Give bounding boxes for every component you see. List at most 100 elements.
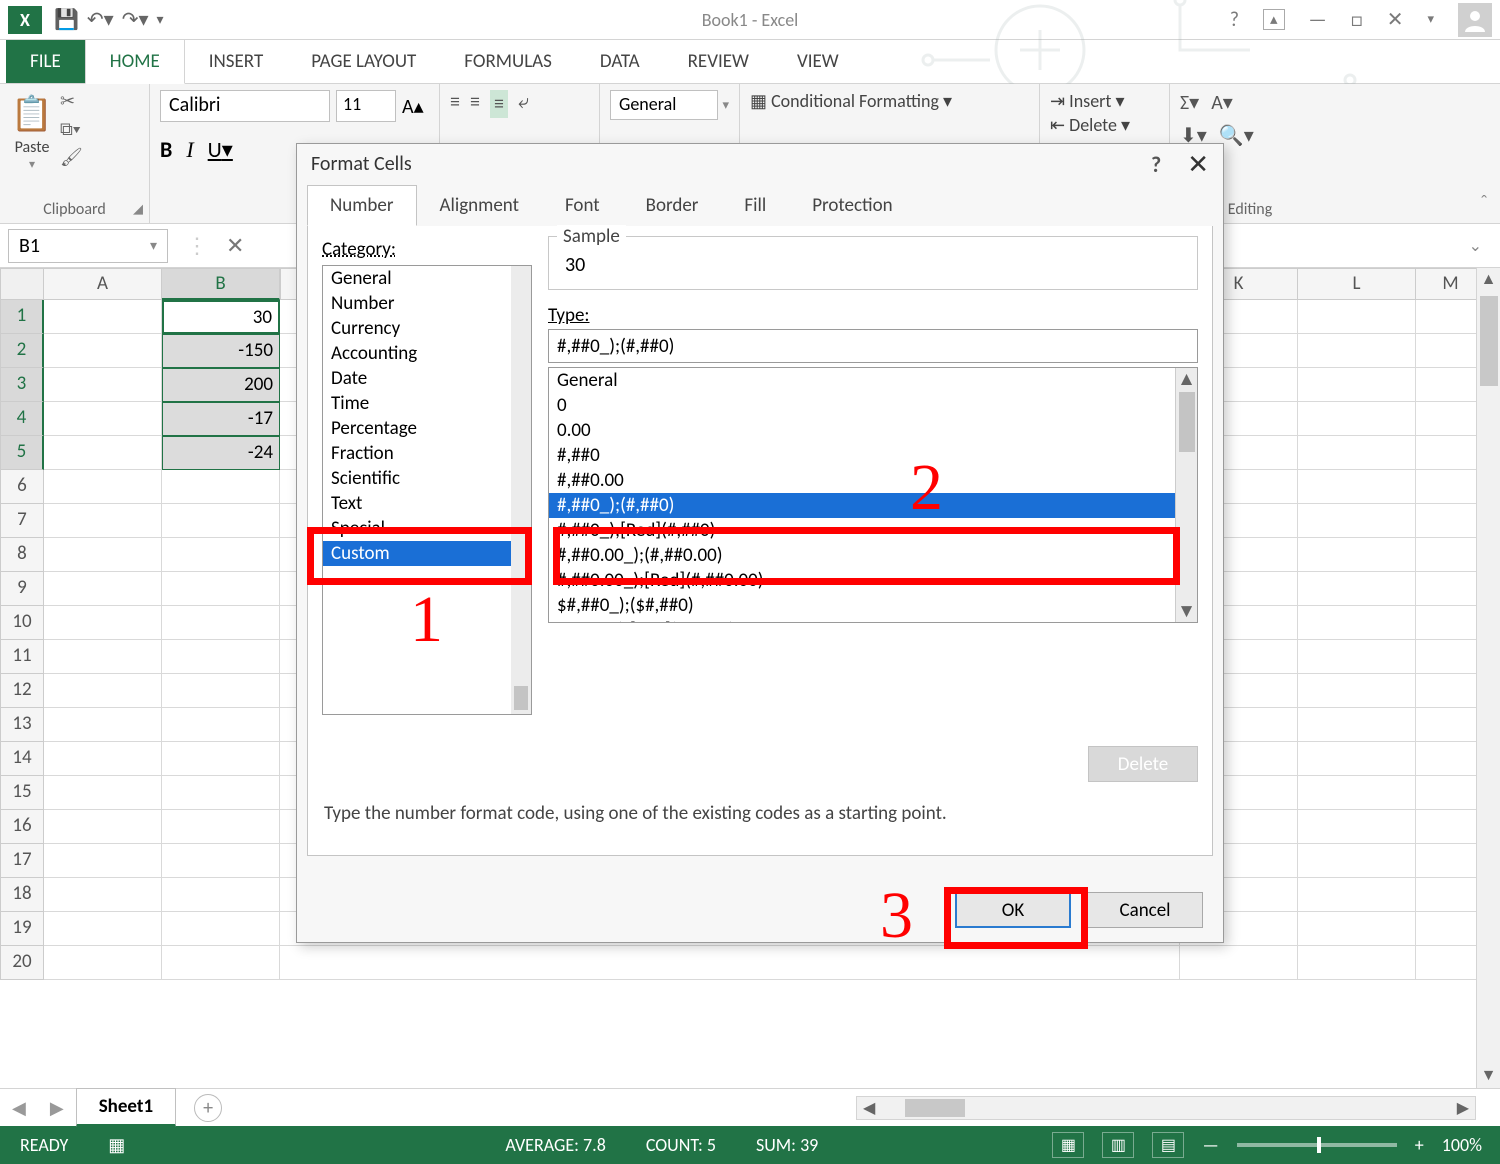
cell[interactable] [1298, 776, 1416, 810]
cell[interactable] [44, 776, 162, 810]
cell[interactable] [44, 368, 162, 402]
type-input[interactable] [548, 329, 1198, 363]
close-window-icon[interactable]: ✕ [1387, 7, 1404, 32]
cell[interactable] [1180, 946, 1298, 980]
col-L[interactable]: L [1298, 268, 1416, 300]
category-item[interactable]: Percentage [323, 416, 531, 441]
row-header[interactable]: 15 [0, 776, 44, 810]
dlgtab-alignment[interactable]: Alignment [417, 185, 542, 226]
type-item[interactable]: $#,##0_);[Red]($#,##0) [549, 618, 1197, 623]
cell[interactable] [44, 300, 162, 334]
sheet-nav-next-icon[interactable]: ▶ [38, 1097, 76, 1119]
row-header[interactable]: 14 [0, 742, 44, 776]
row-header[interactable]: 7 [0, 504, 44, 538]
row-header[interactable]: 17 [0, 844, 44, 878]
type-item[interactable]: #,##0_);[Red](#,##0) [549, 518, 1197, 543]
italic-button[interactable]: I [186, 137, 193, 163]
view-pagebreak-icon[interactable]: ▤ [1152, 1132, 1184, 1158]
category-item[interactable]: Accounting [323, 341, 531, 366]
delete-format-button[interactable]: Delete [1088, 746, 1198, 782]
type-item[interactable]: #,##0.00_);[Red](#,##0.00) [549, 568, 1197, 593]
paste-button[interactable]: 📋 Paste ▾ [10, 90, 54, 172]
cell[interactable] [1298, 368, 1416, 402]
autosum-icon[interactable]: Σ▾ [1180, 90, 1199, 115]
tab-page-layout[interactable]: PAGE LAYOUT [287, 40, 440, 83]
cell[interactable] [44, 844, 162, 878]
wrap-text-icon[interactable]: ⤶ [518, 90, 529, 118]
row-header[interactable]: 8 [0, 538, 44, 572]
select-all-triangle[interactable] [0, 268, 44, 300]
copy-icon[interactable]: ⧉▾ [60, 118, 83, 140]
cell[interactable] [44, 334, 162, 368]
row-header[interactable]: 9 [0, 572, 44, 606]
bold-button[interactable]: B [160, 136, 172, 163]
cell[interactable] [162, 708, 280, 742]
cell[interactable] [44, 810, 162, 844]
ribbon-options-icon[interactable]: ▴ [1263, 9, 1285, 30]
align-bottom-icon[interactable]: ≡ [490, 90, 508, 118]
cell[interactable]: -150 [162, 334, 280, 368]
row-header[interactable]: 5 [0, 436, 44, 470]
minimize-icon[interactable]: — [1309, 8, 1327, 32]
namebox-dropdown-icon[interactable]: ▾ [150, 237, 157, 254]
cell[interactable] [44, 912, 162, 946]
cell[interactable] [44, 606, 162, 640]
dlgtab-protection[interactable]: Protection [789, 185, 915, 226]
cell[interactable] [1298, 606, 1416, 640]
cell[interactable] [44, 436, 162, 470]
row-header[interactable]: 19 [0, 912, 44, 946]
qat-customize-icon[interactable]: ▾ [157, 11, 164, 28]
cell[interactable] [44, 504, 162, 538]
row-header[interactable]: 4 [0, 402, 44, 436]
row-header[interactable]: 20 [0, 946, 44, 980]
category-item[interactable]: Text [323, 491, 531, 516]
dialog-help-icon[interactable]: ? [1151, 151, 1161, 178]
new-sheet-button[interactable]: + [194, 1094, 222, 1122]
cell[interactable]: -24 [162, 436, 280, 470]
hscroll-right-icon[interactable]: ▶ [1451, 1098, 1475, 1118]
tab-formulas[interactable]: FORMULAS [440, 40, 576, 83]
category-item[interactable]: Number [323, 291, 531, 316]
cell[interactable] [162, 742, 280, 776]
cell[interactable] [1298, 504, 1416, 538]
account-dropdown[interactable]: ▾ [1427, 12, 1434, 27]
tab-home[interactable]: HOME [85, 39, 185, 84]
cell[interactable] [162, 810, 280, 844]
cell[interactable]: -17 [162, 402, 280, 436]
category-item[interactable]: Time [323, 391, 531, 416]
row-header[interactable]: 11 [0, 640, 44, 674]
cell[interactable]: 30 [162, 300, 280, 334]
name-box[interactable]: B1 ▾ [8, 229, 168, 263]
type-item[interactable]: #,##0.00 [549, 468, 1197, 493]
view-pagelayout-icon[interactable]: ▥ [1102, 1132, 1134, 1158]
cell[interactable] [1298, 334, 1416, 368]
cell[interactable] [1298, 470, 1416, 504]
cell[interactable] [1298, 674, 1416, 708]
type-item[interactable]: General [549, 368, 1197, 393]
cell[interactable] [1298, 640, 1416, 674]
dlgtab-font[interactable]: Font [542, 185, 623, 226]
type-item[interactable]: #,##0_);(#,##0) [549, 493, 1197, 518]
font-size-combo[interactable]: 11 [336, 90, 396, 122]
insert-cells-button[interactable]: ⇥ Insert ▾ [1050, 90, 1159, 112]
type-item[interactable]: 0.00 [549, 418, 1197, 443]
row-header[interactable]: 3 [0, 368, 44, 402]
clipboard-launcher-icon[interactable]: ◢ [133, 202, 143, 217]
col-A[interactable]: A [44, 268, 162, 300]
category-item[interactable]: Date [323, 366, 531, 391]
dlgtab-number[interactable]: Number [307, 185, 417, 226]
tab-review[interactable]: REVIEW [664, 40, 773, 83]
row-header[interactable]: 16 [0, 810, 44, 844]
ok-button[interactable]: OK [955, 892, 1071, 928]
font-name-combo[interactable]: Calibri [160, 90, 330, 122]
tab-data[interactable]: DATA [576, 40, 664, 83]
cell[interactable] [162, 572, 280, 606]
scroll-thumb[interactable] [1480, 296, 1498, 386]
sheet-tab-active[interactable]: Sheet1 [76, 1088, 176, 1127]
cancel-button[interactable]: Cancel [1087, 892, 1203, 928]
zoom-out-icon[interactable]: — [1202, 1134, 1218, 1156]
find-icon[interactable]: 🔍▾ [1219, 123, 1254, 148]
format-painter-icon[interactable]: 🖌 [60, 146, 83, 168]
user-avatar-icon[interactable] [1458, 3, 1492, 37]
save-icon[interactable]: 💾 [54, 7, 79, 32]
